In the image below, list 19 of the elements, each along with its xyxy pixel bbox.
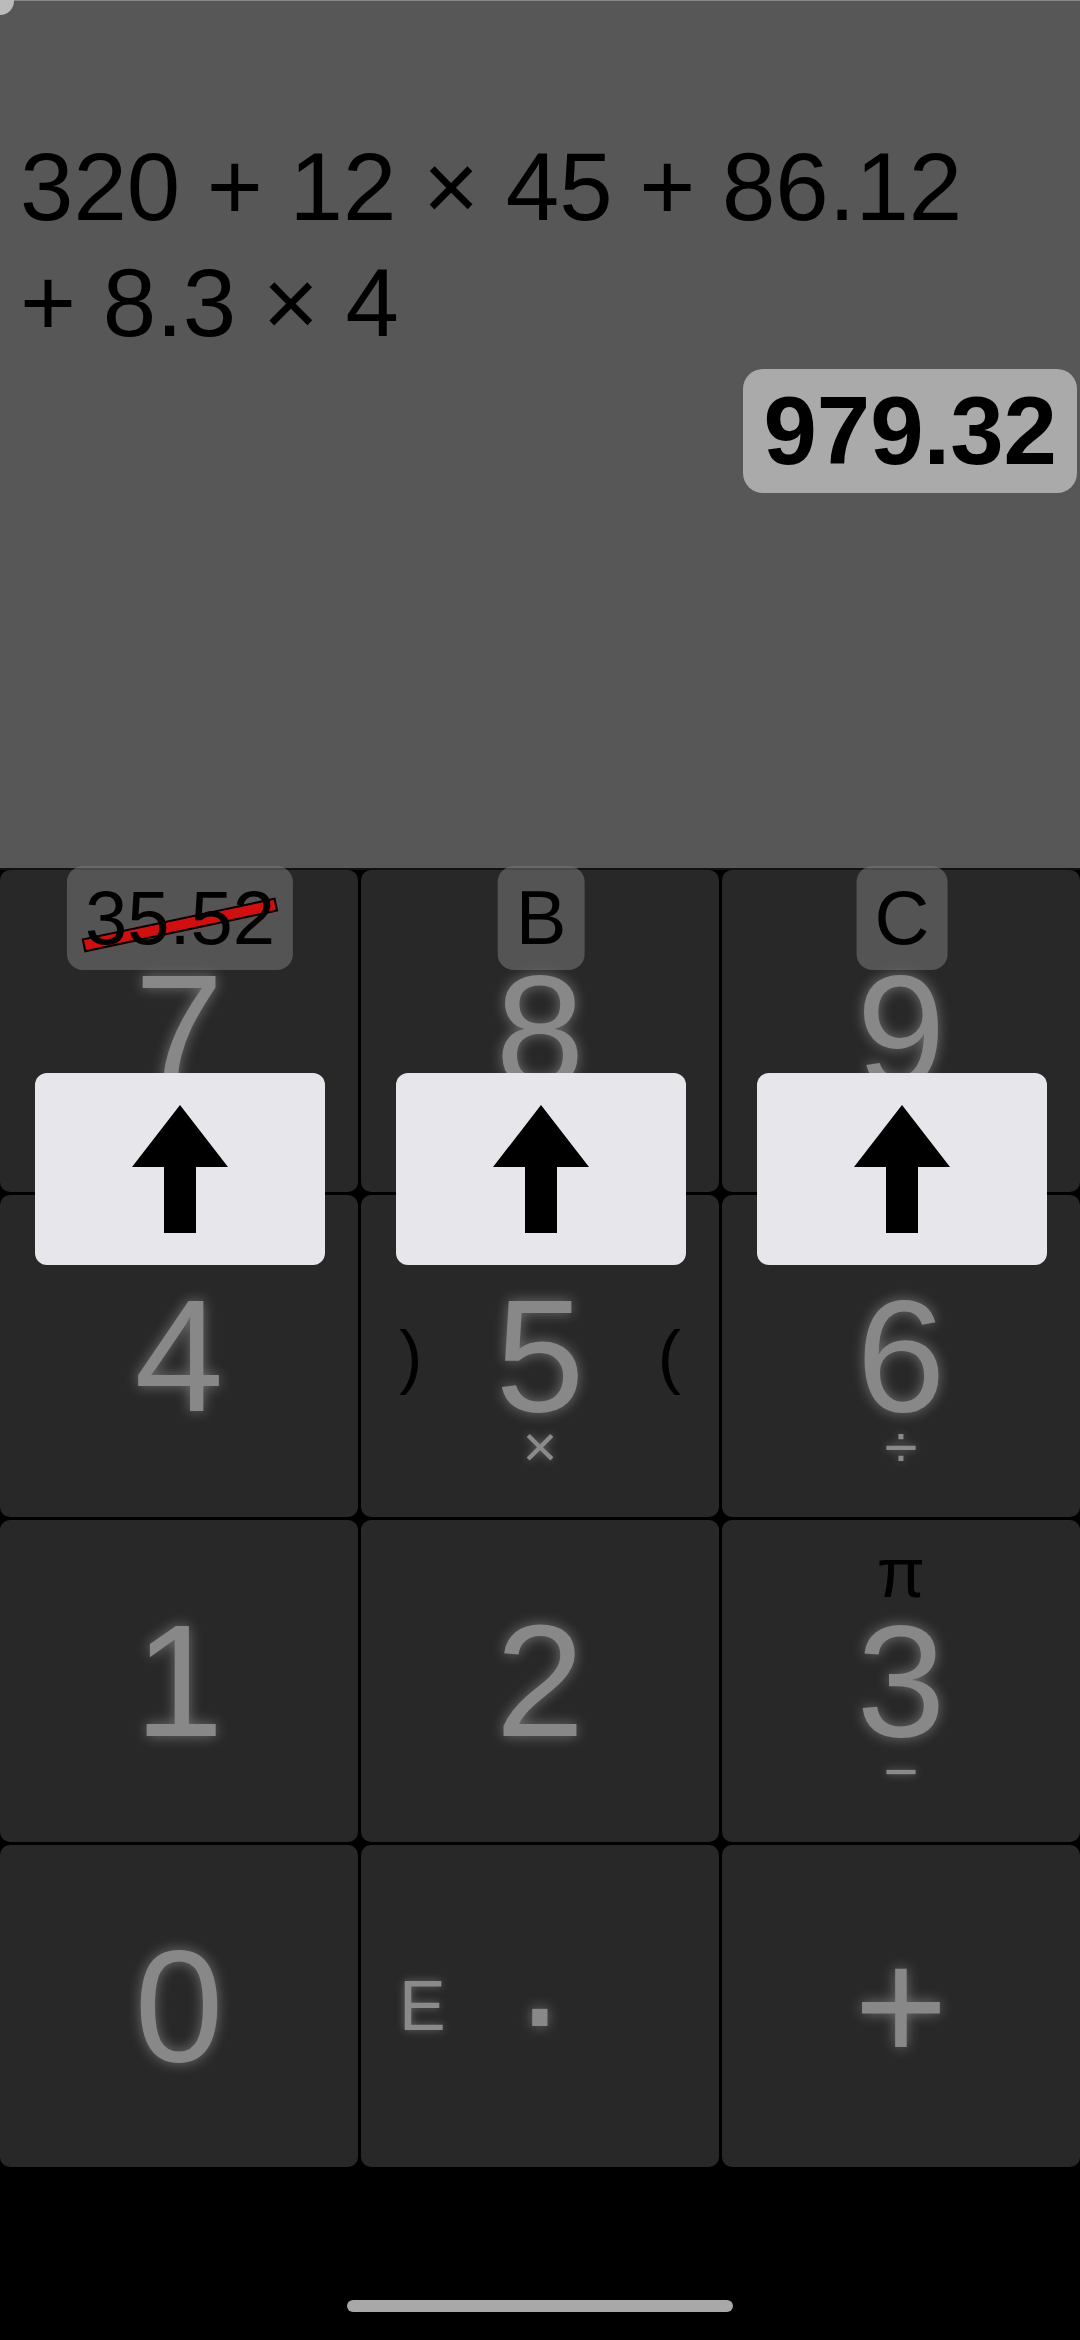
keypad-key[interactable]: 2 (361, 1520, 719, 1842)
up-arrow-icon (493, 1105, 589, 1233)
key-sublabel: E (399, 1971, 446, 2041)
keypad-key[interactable]: + (722, 1845, 1080, 2167)
key-sublabel: ÷ (884, 1417, 918, 1477)
keypad-key[interactable]: 0 (0, 1845, 358, 2167)
store-hint-tooltip[interactable] (396, 1073, 686, 1265)
key-sublabel: × (522, 1417, 558, 1477)
store-hint-tooltip[interactable] (757, 1073, 1047, 1265)
store-hint-tooltip[interactable] (35, 1073, 325, 1265)
memory-chip[interactable]: C (856, 866, 948, 970)
memory-chip[interactable]: B (497, 866, 585, 970)
up-arrow-icon (854, 1105, 950, 1233)
expression-text: 320 + 12 × 45 + 86.12 + 8.3 × 4 (20, 132, 964, 358)
up-arrow-icon (132, 1105, 228, 1233)
result-value[interactable]: 979.32 (743, 369, 1077, 493)
keypad-key[interactable]: 1 (0, 1520, 358, 1842)
key-sublabel: − (883, 1742, 919, 1802)
keypad-key[interactable]: · E (361, 1845, 719, 2167)
